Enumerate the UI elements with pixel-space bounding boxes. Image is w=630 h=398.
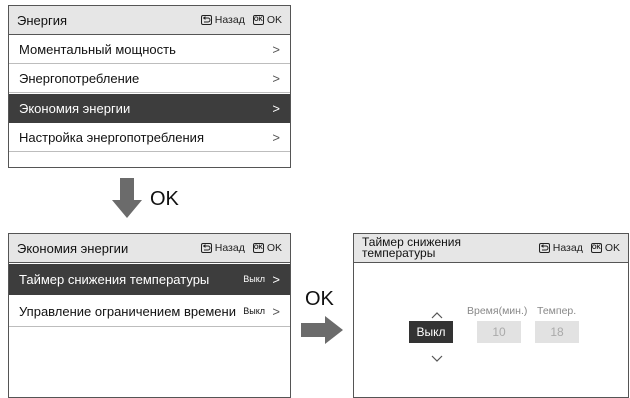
ok-button[interactable]: OK OK (252, 242, 282, 254)
panel-title: Таймер снижения температуры (362, 236, 539, 260)
panel-title: Экономия энергии (17, 240, 129, 256)
panel-title-line2: температуры (362, 246, 436, 260)
time-label: Время(мин.) (467, 305, 528, 317)
ok-button[interactable]: OK OK (252, 14, 282, 26)
arrow-right-icon (301, 316, 343, 344)
ok-label: OK (266, 242, 282, 254)
panel-header: Таймер снижения температуры Назад OK OK (354, 234, 628, 263)
chevron-right-icon: > (272, 100, 280, 116)
arrow-down-icon (112, 178, 142, 218)
menu-item-energy-setting[interactable]: Настройка энергопотребления > (9, 124, 290, 152)
temp-stepper[interactable]: 18 (535, 321, 579, 343)
ok-button[interactable]: OK OK (590, 242, 620, 254)
chevron-right-icon: > (272, 42, 280, 57)
chevron-up-icon[interactable] (431, 306, 443, 319)
back-icon (200, 243, 212, 253)
menu-item-value: Выкл (243, 274, 265, 284)
menu-item-time-limit-control[interactable]: Управление ограничением времени Выкл > (9, 296, 290, 327)
menu-item-label: Управление ограничением времени (19, 303, 236, 319)
ok-step-label: OK (305, 288, 334, 310)
energy-saving-panel: Экономия энергии Назад OK OK Таймер сниж… (8, 233, 291, 398)
back-label: Назад (214, 242, 245, 254)
menu-item-label: Энергопотребление (19, 71, 140, 86)
menu-item-label: Моментальный мощность (19, 42, 176, 57)
chevron-right-icon: > (272, 271, 280, 287)
ok-label: OK (266, 14, 282, 26)
menu-item-label: Настройка энергопотребления (19, 130, 204, 145)
mode-stepper[interactable]: Выкл (409, 321, 453, 343)
ok-icon: OK (252, 15, 264, 25)
menu-item-temp-reduction-timer[interactable]: Таймер снижения температуры Выкл > (9, 264, 290, 295)
back-icon (538, 243, 550, 253)
ok-label: OK (604, 242, 620, 254)
temp-label: Темпер. (537, 305, 577, 317)
ok-icon: OK (590, 243, 602, 253)
chevron-down-icon[interactable] (431, 350, 443, 362)
time-stepper[interactable]: 10 (477, 321, 521, 343)
back-label: Назад (552, 242, 583, 254)
back-button[interactable]: Назад (538, 242, 583, 254)
back-label: Назад (214, 14, 245, 26)
menu-item-instant-power[interactable]: Моментальный мощность > (9, 36, 290, 64)
temp-reduction-timer-panel: Таймер снижения температуры Назад OK OK … (353, 233, 629, 398)
chevron-right-icon: > (272, 71, 280, 86)
panel-title: Энергия (17, 12, 68, 28)
energy-menu-panel: Энергия Назад OK OK Моментальный мощност… (8, 5, 291, 168)
back-button[interactable]: Назад (200, 14, 245, 26)
back-button[interactable]: Назад (200, 242, 245, 254)
menu-item-label: Экономия энергии (19, 100, 131, 116)
ok-icon: OK (252, 243, 264, 253)
panel-header: Экономия энергии Назад OK OK (9, 234, 290, 263)
ok-step-label: OK (150, 188, 179, 210)
chevron-right-icon: > (272, 130, 280, 145)
menu-item-label: Таймер снижения температуры (19, 271, 210, 287)
menu-item-energy-saving[interactable]: Экономия энергии > (9, 94, 290, 123)
menu-item-value: Выкл (243, 306, 265, 316)
panel-header: Энергия Назад OK OK (9, 6, 290, 35)
back-icon (200, 15, 212, 25)
menu-item-energy-consumption[interactable]: Энергопотребление > (9, 65, 290, 93)
chevron-right-icon: > (272, 303, 280, 319)
